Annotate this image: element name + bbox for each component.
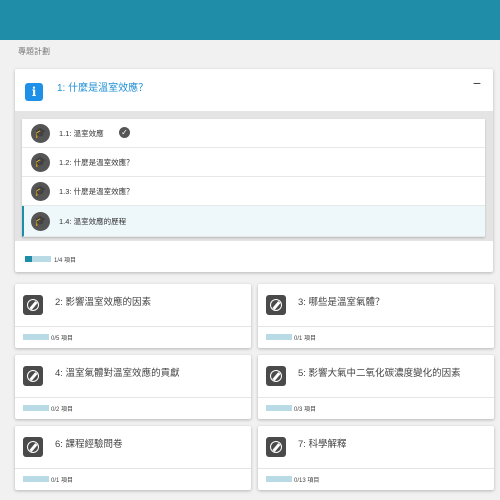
module-card-3[interactable]: 3: 哪些是溫室氣體？ 0/1 項目 (258, 284, 494, 348)
top-header-bar (0, 0, 500, 40)
collapse-button[interactable]: − (473, 75, 481, 91)
compass-icon (266, 366, 286, 386)
graduation-cap-icon: 🎓 (31, 212, 50, 231)
compass-icon (266, 437, 286, 457)
module-progress-text: 0/13 項目 (294, 478, 320, 484)
module-card-4[interactable]: 4: 溫室氣體對溫室效應的貢獻 0/2 項目 (15, 355, 251, 419)
item-label: 1.2: 什麼是溫室效應？ (59, 158, 134, 167)
module-card-1: i 1: 什麼是溫室效應？ − 🎓 1.1: 溫室效應 ✓ 🎓 1.2: 什麼是… (15, 69, 493, 272)
item-label: 1.1: 溫室效應 (59, 129, 104, 138)
compass-icon (23, 437, 43, 457)
module-progress-text: 0/2 項目 (51, 407, 74, 413)
module-progress-bar (266, 334, 292, 340)
module-card-2[interactable]: 2: 影響溫室效應的因素 0/5 項目 (15, 284, 251, 348)
progress-fill (25, 256, 32, 262)
module-title: 2: 影響溫室效應的因素 (55, 297, 152, 308)
compass-icon (266, 295, 286, 315)
list-item-active[interactable]: 🎓 1.4: 溫室效應的歷程 (22, 206, 485, 237)
module-progress-text: 0/5 項目 (51, 336, 74, 342)
graduation-cap-icon: 🎓 (31, 182, 50, 201)
completed-check-icon: ✓ (119, 127, 130, 138)
compass-icon (23, 295, 43, 315)
module-title: 3: 哪些是溫室氣體？ (298, 297, 385, 308)
item-label: 1.4: 溫室效應的歷程 (59, 217, 127, 226)
list-item[interactable]: 🎓 1.2: 什麼是溫室效應？ (22, 148, 485, 177)
info-icon: i (25, 83, 43, 101)
module-header: 2: 影響溫室效應的因素 (15, 284, 251, 327)
module-progress-bar (266, 405, 292, 411)
compass-icon (23, 366, 43, 386)
graduation-cap-icon: 🎓 (31, 153, 50, 172)
module-progress-text: 0/3 項目 (294, 407, 317, 413)
module-header: 3: 哪些是溫室氣體？ (258, 284, 494, 327)
module-progress-bar (23, 405, 49, 411)
module-card-5[interactable]: 5: 影響大氣中二氧化碳濃度變化的因素 0/3 項目 (258, 355, 494, 419)
section-label: 專題計劃 (18, 47, 50, 56)
module-card-7[interactable]: 7: 科學解釋 0/13 項目 (258, 426, 494, 490)
module-progress-bar (266, 476, 292, 482)
module-title[interactable]: 1: 什麼是溫室效應？ (57, 79, 148, 94)
module-header[interactable]: i 1: 什麼是溫室效應？ − (15, 69, 493, 111)
module-title: 5: 影響大氣中二氧化碳濃度變化的因素 (298, 368, 461, 379)
module-card-6[interactable]: 6: 課程經驗問卷 0/1 項目 (15, 426, 251, 490)
module-header: 7: 科學解釋 (258, 426, 494, 469)
module-item-list: 🎓 1.1: 溫室效應 ✓ 🎓 1.2: 什麼是溫室效應？ 🎓 1.3: 什麼是… (22, 119, 485, 237)
module-progress-text: 0/1 項目 (294, 336, 317, 342)
graduation-cap-icon: 🎓 (31, 124, 50, 143)
module-title: 6: 課程經驗問卷 (55, 439, 123, 450)
module-header: 6: 課程經驗問卷 (15, 426, 251, 469)
module-progress-text: 1/4 項目 (54, 258, 77, 264)
module-title: 7: 科學解釋 (298, 439, 347, 450)
module-progress-text: 0/1 項目 (51, 478, 74, 484)
module-header: 4: 溫室氣體對溫室效應的貢獻 (15, 355, 251, 398)
list-item[interactable]: 🎓 1.1: 溫室效應 ✓ (22, 119, 485, 148)
module-progress-bar (23, 476, 49, 482)
list-item[interactable]: 🎓 1.3: 什麼是溫室效應？ (22, 177, 485, 206)
module-progress-bar (23, 334, 49, 340)
module-progress-bar (25, 256, 51, 262)
module-items-area: 🎓 1.1: 溫室效應 ✓ 🎓 1.2: 什麼是溫室效應？ 🎓 1.3: 什麼是… (15, 111, 493, 241)
item-label: 1.3: 什麼是溫室效應？ (59, 187, 134, 196)
module-header: 5: 影響大氣中二氧化碳濃度變化的因素 (258, 355, 494, 398)
module-title: 4: 溫室氣體對溫室效應的貢獻 (55, 368, 180, 379)
